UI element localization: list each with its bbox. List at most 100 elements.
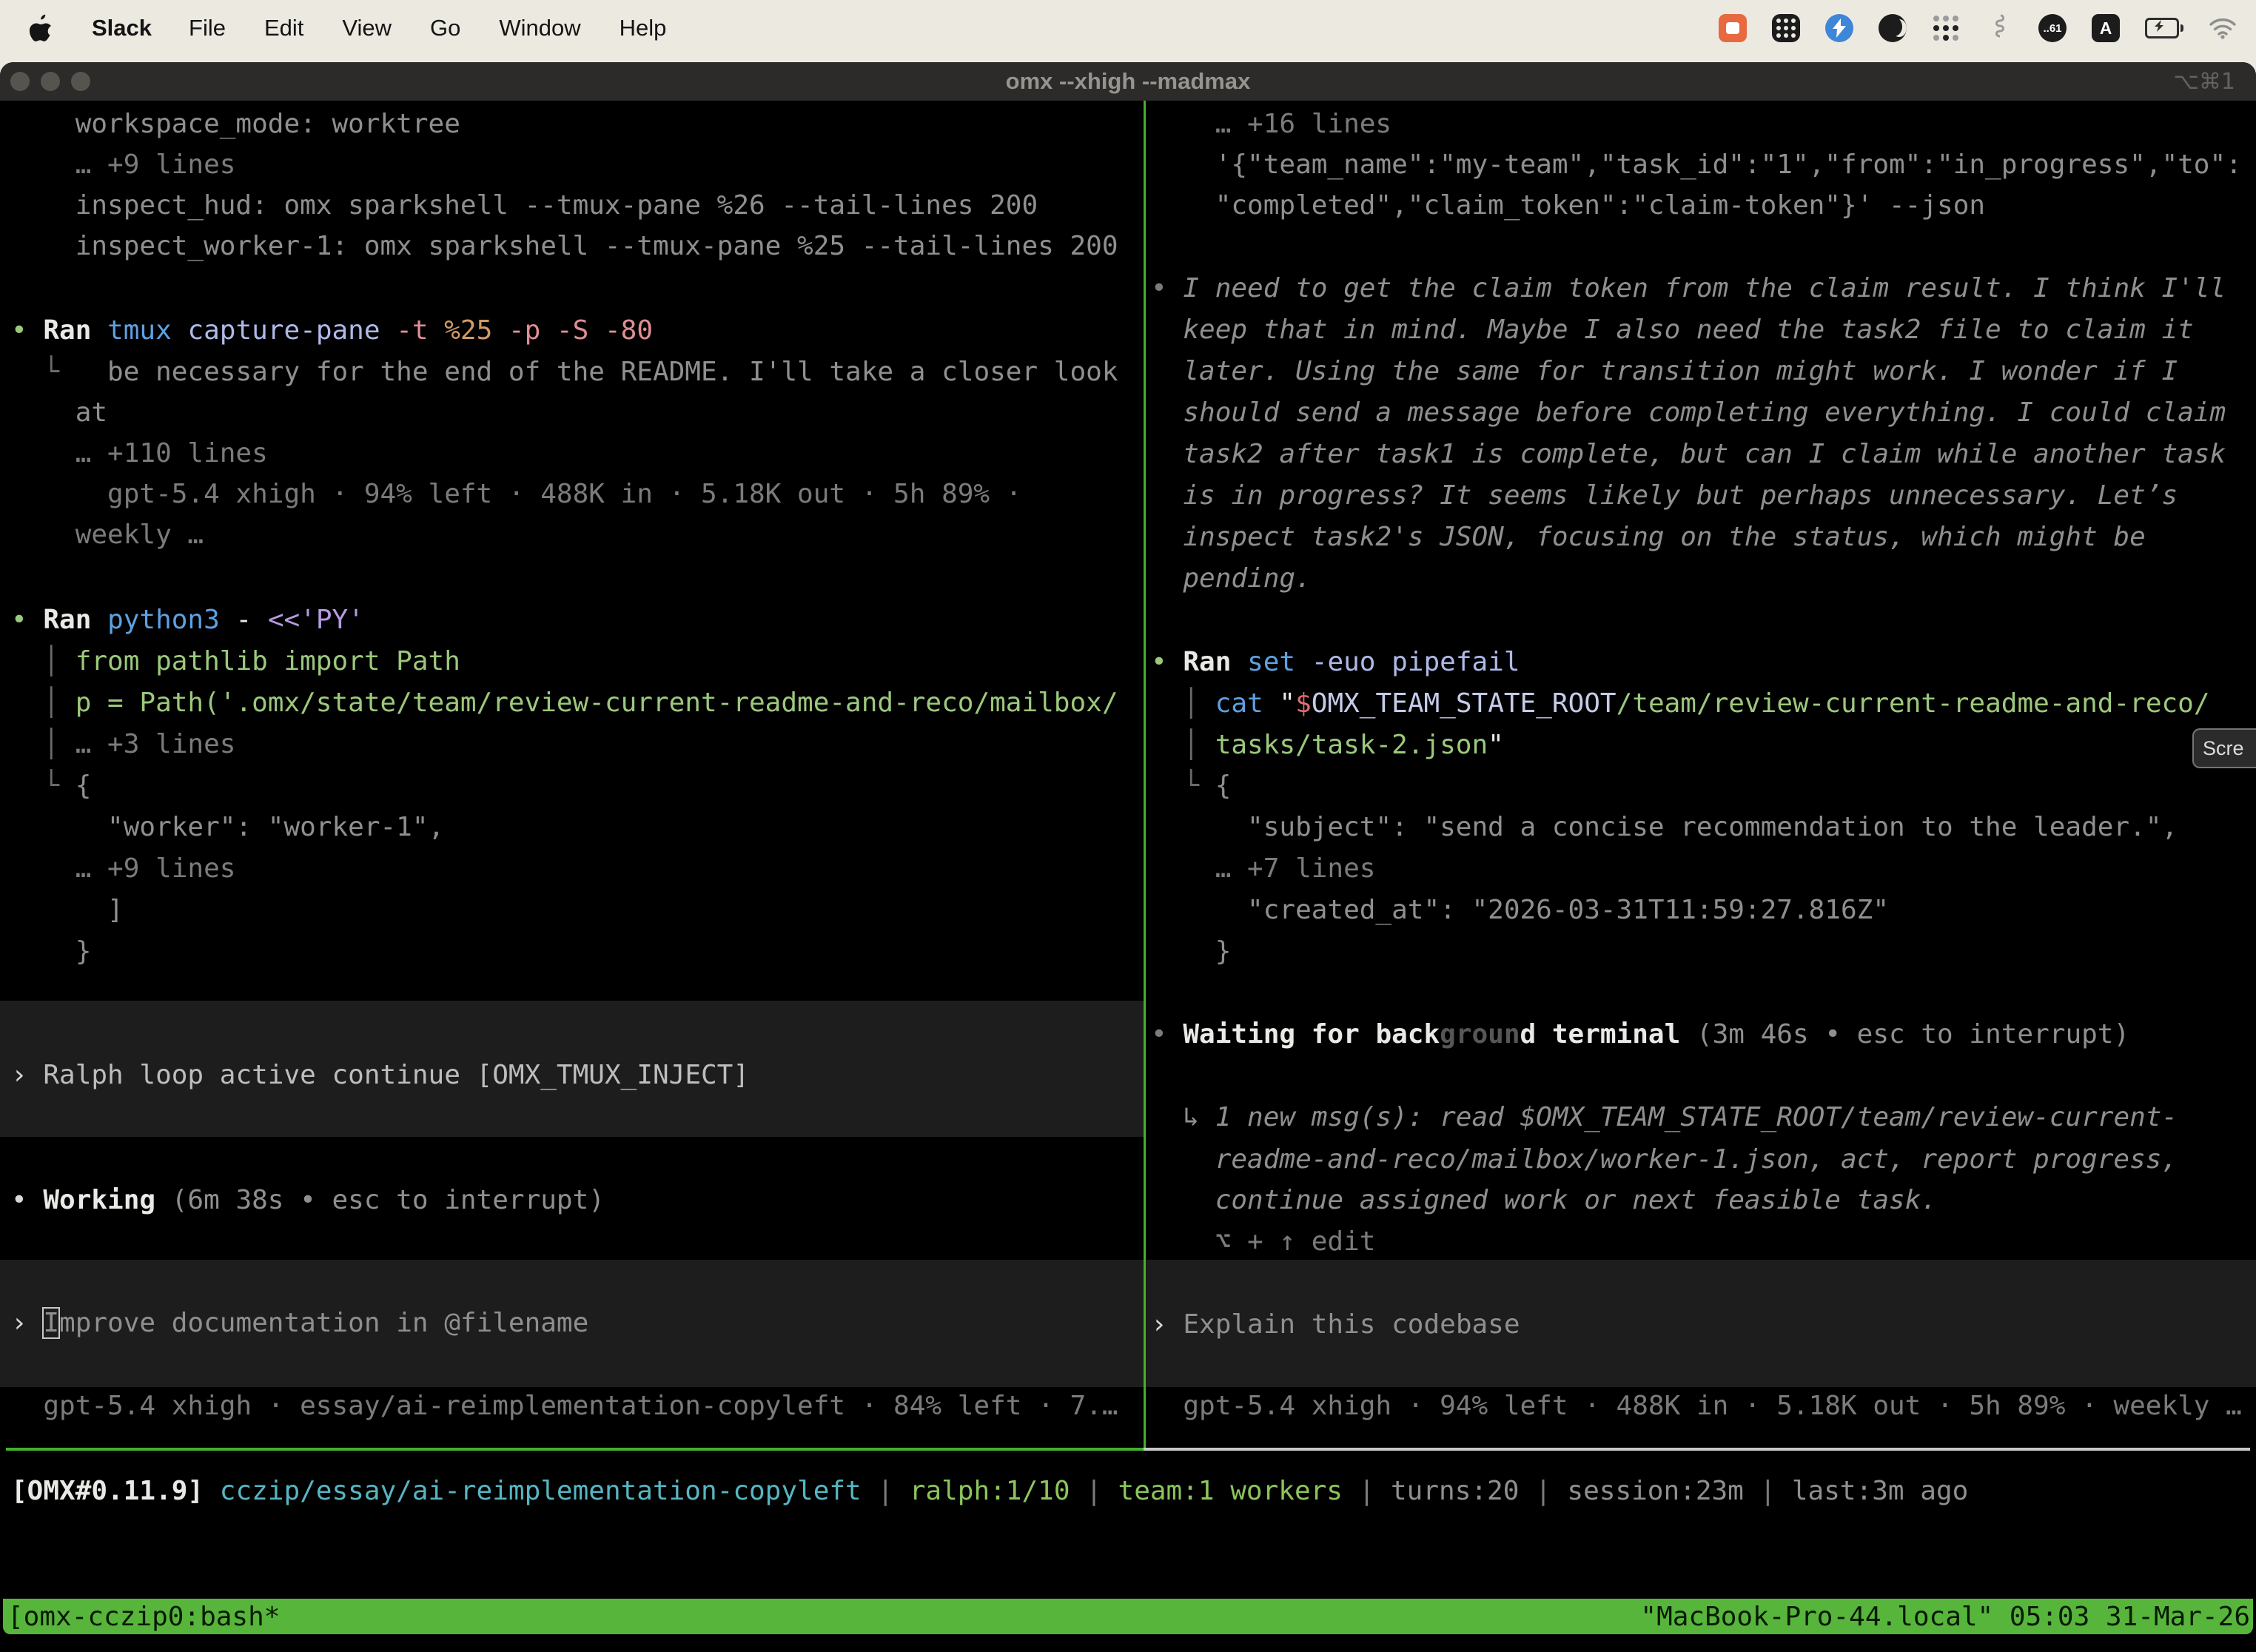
terminal-line: │ from pathlib import Path [11,645,460,679]
apple-menu-icon[interactable] [28,13,53,43]
terminal-line: at [11,396,107,430]
terminal-line: gpt-5.4 xhigh · 94% left · 488K in · 5.1… [1151,1389,2242,1423]
text-segment: tasks/task-2.json [1215,730,1488,760]
text-segment: groun [1440,1019,1520,1050]
text-segment: | [862,1476,910,1506]
dots-grid-icon[interactable] [1932,14,1960,42]
battery-icon[interactable] [2145,14,2183,42]
chat-bubble [1726,22,1739,34]
terminal-line: gpt-5.4 xhigh · 94% left · 488K in · 5.1… [11,477,1021,511]
text-segment: • [1151,273,1183,303]
terminal-line: readme-and-reco/mailbox/worker-1.json, a… [1151,1143,2178,1177]
text-segment: gpt-5.4 xhigh · 94% left · 488K in · 5.1… [11,479,1021,509]
text-segment: └ [11,357,59,387]
tmux-status-bar: [omx-cczip0:bash* "MacBook-Pro-44.local"… [3,1599,2253,1634]
omx-status-line: [OMX#0.11.9] cczip/essay/ai-reimplementa… [11,1474,1968,1508]
text-segment: └ [1151,770,1215,801]
terminal-line: later. Using the same for transition mig… [1151,355,2178,389]
terminal-line: • Ran python3 - <<'PY' [11,603,364,637]
text-segment: cczip/essay/ai-reimplementation-copyleft [220,1476,862,1506]
terminal-line: task2 after task1 is complete, but can I… [1151,437,2226,471]
text-segment: -80 [605,315,653,346]
squiggle-icon[interactable] [1985,14,2013,42]
text-segment: { [75,770,92,801]
text-segment: OMX_TEAM_STATE_ROOT [1312,688,1617,719]
terminal-line: … +9 lines [11,148,235,182]
wifi-icon[interactable] [2209,14,2237,42]
text-segment: set [1247,647,1312,677]
menu-item-view[interactable]: View [323,15,411,41]
text-segment: keep that in mind. Maybe I also need the… [1151,315,2194,345]
text-segment: (3m 46s • esc to interrupt) [1680,1019,2129,1050]
menu-item-window[interactable]: Window [480,15,600,41]
text-segment: - [235,605,267,635]
terminal-line: • Working (6m 38s • esc to interrupt) [11,1183,605,1218]
text-segment: d terminal [1520,1019,1681,1050]
text-segment: readme-and-reco/mailbox/worker-1.json, a… [1151,1144,2178,1175]
terminal-line: │ tasks/task-2.json" [1151,728,1504,762]
text-segment: ralph:1/10 [910,1476,1070,1506]
text-segment: inspect task2's JSON, focusing on the st… [1151,522,2146,552]
text-segment: workspace_mode: worktree [11,109,460,139]
text-segment: "completed","claim_token":"claim-token"}… [1151,190,1985,221]
text-segment: turns:20 [1391,1476,1519,1506]
text-segment: } [11,936,91,967]
menu-bar: Slack FileEditViewGoWindowHelp ..61 A [0,0,2256,56]
terminal-line: ⌥ + ↑ edit [1151,1225,1375,1259]
menu-item-help[interactable]: Help [600,15,686,41]
text-segment: I need to get the claim token from the c… [1183,273,2226,303]
menu-item-app[interactable]: Slack [74,15,169,41]
text-segment: python3 [107,605,235,635]
text-segment: mprove documentation in @filename [59,1308,588,1338]
pane-right[interactable]: … +16 lines '{"team_name":"my-team","tas… [1146,0,2256,1652]
terminal-line: weekly … [11,518,204,552]
bolt-badge-icon[interactable] [1825,14,1853,42]
text-segment: | [1070,1476,1118,1506]
text-segment: is in progress? It seems likely but perh… [1151,480,2178,511]
terminal-line: … +7 lines [1151,852,1375,886]
terminal-line: workspace_mode: worktree [11,107,460,141]
pane-divider[interactable] [1144,101,1146,1449]
chat-icon[interactable] [1719,14,1747,42]
text-segment: gpt-5.4 xhigh · 94% left · 488K in · 5.1… [1151,1391,2242,1421]
tmux-session-label[interactable]: [omx-cczip0:bash* [7,1602,280,1632]
menu-item-edit[interactable]: Edit [245,15,323,41]
text-segment: inspect_hud: omx sparkshell --tmux-pane … [11,190,1038,221]
terminal-line: inspect_worker-1: omx sparkshell --tmux-… [11,229,1118,263]
text-segment: Explain this codebase [1183,1309,1520,1340]
crescent-icon[interactable] [1879,14,1907,42]
text-segment: continue assigned work or next feasible … [1151,1185,1937,1215]
text-segment: | [1343,1476,1391,1506]
terminal-line: ↳ 1 new msg(s): read $OMX_TEAM_STATE_ROO… [1151,1101,2178,1135]
pane-bottom-border-left [6,1448,1144,1451]
text-segment: team:1 workers [1118,1476,1343,1506]
terminal-line: • Ran set -euo pipefail [1151,645,1520,679]
text-segment: weekly … [11,520,204,550]
text-segment: later. Using the same for transition mig… [1151,356,2178,386]
text-segment: ⌥ + ↑ edit [1151,1226,1375,1257]
text-segment: │ [11,729,75,759]
text-segment: │ [11,688,75,718]
pane-left[interactable]: workspace_mode: worktree … +9 lines insp… [0,0,1144,1652]
count-badge-icon[interactable]: ..61 [2038,14,2067,42]
text-segment: { [1215,770,1232,801]
terminal-line: "subject": "send a concise recommendatio… [1151,810,2178,845]
text-segment: … +110 lines [11,438,268,469]
terminal-line: … +9 lines [11,852,235,886]
keypad-icon[interactable] [1772,14,1800,42]
text-segment: gpt-5.4 xhigh · essay/ai-reimplementatio… [11,1391,1118,1421]
text-segment: "subject": "send a concise recommendatio… [1151,812,2178,842]
terminal-line: • Waiting for background terminal (3m 46… [1151,1018,2129,1052]
menu-item-go[interactable]: Go [411,15,480,41]
terminal-line: keep that in mind. Maybe I also need the… [1151,313,2194,347]
text-segment: p = Path('.omx/state/team/review-current… [75,688,1118,718]
terminal-line: │ cat "$OMX_TEAM_STATE_ROOT/team/review-… [1151,687,2210,721]
text-segment: Ran [43,315,107,346]
text-segment: " [1279,688,1295,719]
text-segment: should send a message before completing … [1151,397,2226,428]
input-source-icon[interactable]: A [2092,14,2120,42]
text-segment: -p [508,315,557,346]
text-segment: /team/review-current-readme-and-reco/ [1617,688,2210,719]
text-segment: … +7 lines [1151,853,1375,884]
menu-item-file[interactable]: File [169,15,245,41]
